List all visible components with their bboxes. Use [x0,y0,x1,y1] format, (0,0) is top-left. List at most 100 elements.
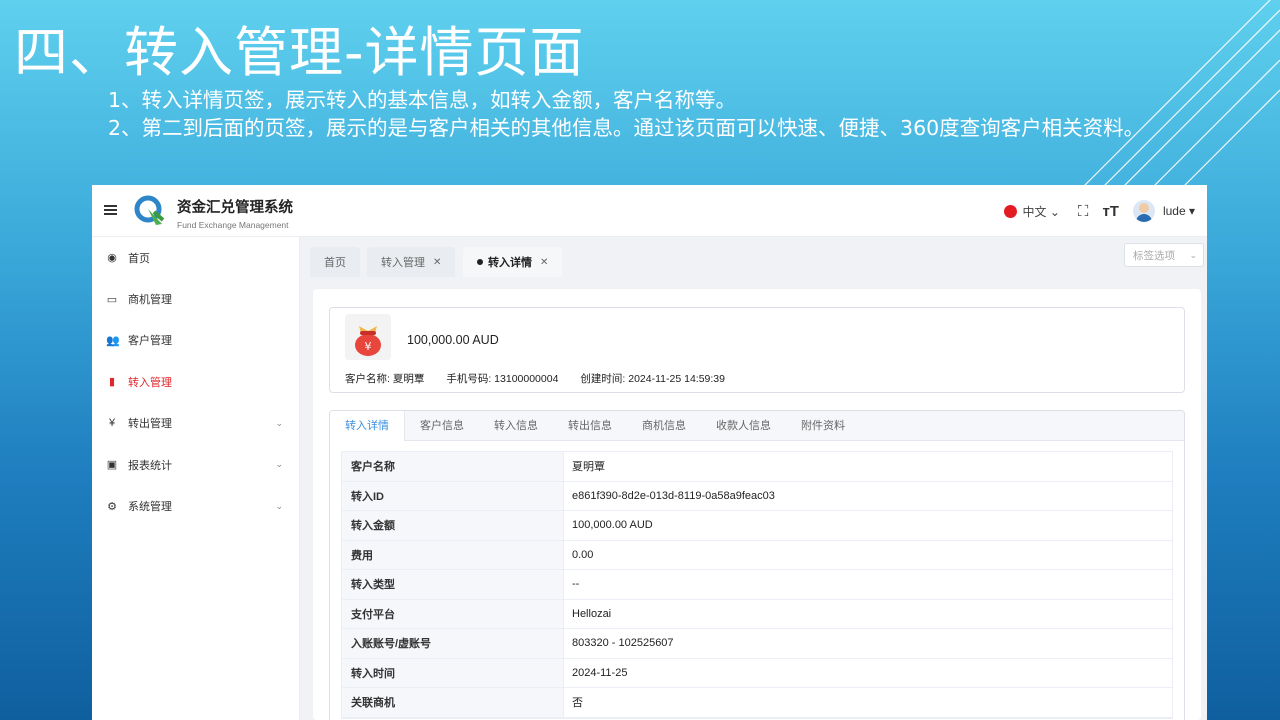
chevron-down-icon: ⌄ [275,417,283,428]
tab-transfer-in-manage[interactable]: 转入管理 ✕ [367,247,456,277]
app-subtitle: Fund Exchange Management [177,220,289,230]
sidebar-item-label: 系统管理 [128,501,172,514]
tab-transfer-in-detail[interactable]: 转入详情 ✕ [463,247,563,277]
table-row: 关联商机 否 [342,688,1172,718]
close-icon[interactable]: ✕ [433,257,441,268]
row-value: 803320 - 102525607 [572,637,674,650]
sidebar-item-transfer-out[interactable]: ¥ 转出管理 ⌄ [92,403,299,444]
username: lude [1162,204,1186,218]
phone-text: 手机号码: 13100000004 [446,373,559,385]
page-tabs: 首页 转入管理 ✕ 转入详情 ✕ 标签选项 ⌄ [300,237,1207,289]
row-label: 转入ID [342,481,564,510]
table-row: 转入ID e861f390-8d2e-013d-8119-0a58a9feac0… [342,481,1172,511]
app-window: 资金汇兑管理系统 Fund Exchange Management 中文 ⌄ ⛶… [92,185,1207,720]
row-label: 费用 [342,540,564,569]
tab-options-select[interactable]: 标签选项 ⌄ [1124,243,1204,267]
sidebar-item-transfer-in[interactable]: ▮ 转入管理 [92,361,299,402]
row-label: 客户名称 [342,452,564,481]
row-label: 入账账号/虚账号 [342,629,564,658]
yen-icon: ¥ [108,417,116,430]
detail-content: ¥ 100,000.00 AUD 客户名称: 夏明覃 手机号码: 1310000… [313,289,1201,720]
tab-label: 转入管理 [381,257,425,269]
language-label: 中文 [1022,204,1047,219]
tab-options-label: 标签选项 [1133,249,1175,262]
detail-tab-transfer-in-info[interactable]: 转入信息 [479,411,553,440]
sidebar-item-label: 首页 [128,252,150,265]
created-time-text: 创建时间: 2024-11-25 14:59:39 [580,373,725,385]
table-row: 转入类型 -- [342,570,1172,600]
tab-label: 转入详情 [488,257,532,269]
tab-home[interactable]: 首页 [310,247,360,277]
opportunity-icon: ▭ [106,293,118,306]
user-menu[interactable]: lude ▾ [1163,204,1195,218]
table-row: 客户名称 夏明覃 [342,452,1172,482]
font-size-icon[interactable]: тT [1102,203,1119,220]
main-area: 首页 转入管理 ✕ 转入详情 ✕ 标签选项 ⌄ ¥ 100,000.00 AUD… [300,237,1207,720]
slide-title: 四、转入管理-详情页面 [14,21,585,84]
table-row: 转入金额 100,000.00 AUD [342,511,1172,541]
sidebar-item-home[interactable]: ◉ 首页 [92,237,299,278]
summary-card: ¥ 100,000.00 AUD 客户名称: 夏明覃 手机号码: 1310000… [329,307,1185,393]
sidebar-item-label: 客户管理 [128,335,172,348]
brand: 资金汇兑管理系统 Fund Exchange Management [177,196,293,230]
detail-tab-opportunity-info[interactable]: 商机信息 [627,411,701,440]
language-selector[interactable]: 中文 ⌄ [1023,203,1060,220]
row-label: 转入类型 [342,570,564,599]
hamburger-icon[interactable] [104,205,117,217]
sidebar-item-label: 转出管理 [128,418,172,431]
dashboard-icon: ◉ [107,252,117,265]
detail-card: 转入详情 客户信息 转入信息 转出信息 商机信息 收款人信息 附件资料 客户名称… [329,410,1185,720]
detail-tab-transfer-in-detail[interactable]: 转入详情 [330,411,405,441]
china-flag-icon [1003,204,1017,218]
avatar[interactable] [1132,200,1155,222]
fullscreen-icon[interactable]: ⛶ [1078,203,1089,220]
row-value: 100,000.00 AUD [572,519,653,532]
chevron-down-icon: ⌄ [275,500,283,511]
detail-tab-customer-info[interactable]: 客户信息 [405,411,479,440]
row-label: 关联商机 [342,688,564,717]
row-value: 2024-11-25 [572,666,628,679]
summary-meta: 客户名称: 夏明覃 手机号码: 13100000004 创建时间: 2024-1… [345,371,725,386]
row-value: 0.00 [572,548,594,561]
active-dot-icon [477,259,483,265]
table-row: 费用 0.00 [342,540,1172,570]
row-label: 转入时间 [342,658,564,687]
transfer-amount: 100,000.00 AUD [407,333,499,347]
sidebar-item-label: 商机管理 [128,294,172,307]
chevron-down-icon: ⌄ [1189,249,1197,260]
row-value: e861f390-8d2e-013d-8119-0a58a9feac03 [572,489,775,502]
chevron-down-icon: ⌄ [275,459,283,470]
top-right-tools: 中文 ⌄ ⛶ тT lude ▾ [1003,185,1207,237]
row-label: 支付平台 [342,599,564,628]
sidebar-item-label: 报表统计 [128,459,172,472]
row-value: -- [572,578,580,591]
sidebar-item-reports[interactable]: ▣ 报表统计 ⌄ [92,444,299,485]
detail-tab-transfer-out-info[interactable]: 转出信息 [553,411,627,440]
money-bag-icon: ¥ [345,314,391,360]
row-label: 转入金额 [342,511,564,540]
row-value: 否 [572,697,583,710]
sidebar: ◉ 首页 ▭ 商机管理 👥 客户管理 ▮ 转入管理 ¥ 转出管理 ⌄ ▣ 报表统… [92,237,300,720]
table-row: 支付平台 Hellozai [342,599,1172,629]
settings-icon: ⚙ [107,500,117,513]
customer-name-text: 客户名称: 夏明覃 [345,373,425,385]
row-value: Hellozai [572,607,612,620]
sidebar-item-system[interactable]: ⚙ 系统管理 ⌄ [92,485,299,526]
tab-label: 首页 [324,257,346,269]
close-icon[interactable]: ✕ [540,257,548,268]
app-title: 资金汇兑管理系统 [177,200,293,216]
top-bar: 资金汇兑管理系统 Fund Exchange Management 中文 ⌄ ⛶… [92,185,1207,237]
detail-tab-payee-info[interactable]: 收款人信息 [701,411,786,440]
transfer-in-icon: ▮ [108,376,116,389]
table-row: 入账账号/虚账号 803320 - 102525607 [342,629,1172,659]
report-icon: ▣ [106,459,118,472]
decorative-lines [1079,0,1280,190]
app-logo [134,195,164,225]
detail-tabs: 转入详情 客户信息 转入信息 转出信息 商机信息 收款人信息 附件资料 [330,411,1184,441]
sidebar-item-opportunity[interactable]: ▭ 商机管理 [92,278,299,319]
table-row: 转入时间 2024-11-25 [342,658,1172,688]
sidebar-item-customers[interactable]: 👥 客户管理 [92,320,299,361]
customers-icon: 👥 [106,334,120,347]
detail-table: 客户名称 夏明覃 转入ID e861f390-8d2e-013d-8119-0a… [341,451,1173,719]
detail-tab-attachments[interactable]: 附件资料 [786,411,860,440]
